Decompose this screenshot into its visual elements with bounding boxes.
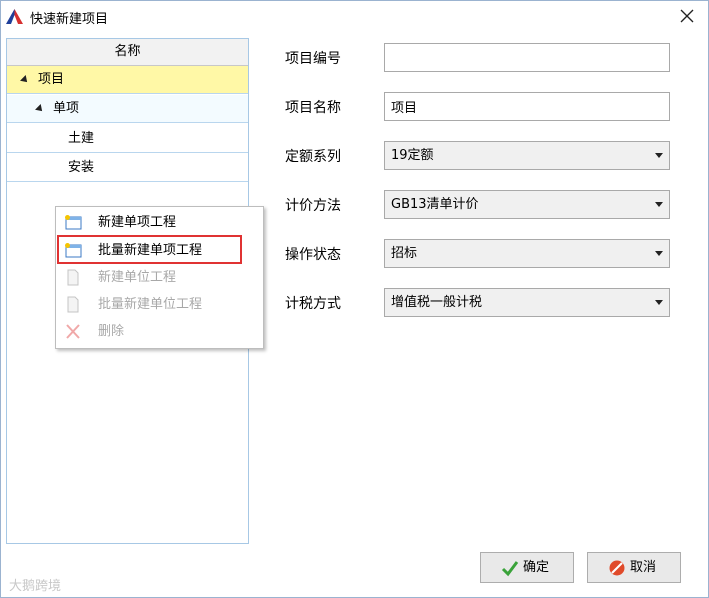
- pricing-method-label: 计价方法: [285, 198, 341, 214]
- tax-method-value: 增值税一般计税: [391, 295, 483, 310]
- ok-button-label: 确定: [523, 560, 550, 575]
- project-name-input[interactable]: [391, 94, 661, 119]
- check-icon: [501, 561, 519, 577]
- tax-method-label: 计税方式: [285, 296, 341, 312]
- tax-method-select[interactable]: 增值税一般计税: [384, 288, 670, 317]
- project-number-input[interactable]: [391, 45, 661, 70]
- document-icon: [67, 296, 79, 313]
- app-logo-icon: [6, 9, 23, 24]
- project-number-label: 项目编号: [285, 51, 341, 67]
- pricing-method-value: GB13清单计价: [391, 197, 479, 212]
- tree-column-header[interactable]: 名称: [7, 39, 248, 66]
- tree-item-civil[interactable]: 土建: [7, 125, 248, 153]
- menu-item-delete: 删除: [56, 318, 263, 345]
- highlight-annotation-box: [57, 235, 242, 264]
- tree-item-project[interactable]: 项目: [7, 66, 248, 94]
- watermark-text: 大鹅跨境: [9, 579, 62, 594]
- tree-item-label: 项目: [38, 72, 65, 87]
- chevron-down-icon[interactable]: [655, 300, 663, 305]
- title-bar: 快速新建项目: [1, 1, 708, 31]
- menu-item-label: 新建单项工程: [98, 215, 177, 230]
- operation-status-value: 招标: [391, 246, 418, 261]
- cancel-icon: [609, 560, 625, 576]
- ok-button[interactable]: 确定: [480, 552, 574, 583]
- expand-arrow-icon[interactable]: [20, 75, 30, 85]
- tree-item-label: 安装: [68, 160, 95, 175]
- quota-series-label: 定额系列: [285, 149, 341, 165]
- new-folder-icon: [65, 215, 82, 230]
- tree-item-install[interactable]: 安装: [7, 154, 248, 182]
- menu-item-label: 新建单位工程: [98, 270, 177, 285]
- menu-item-batch-new-unit-project: 批量新建单位工程: [56, 291, 263, 318]
- window-title: 快速新建项目: [30, 12, 109, 27]
- pricing-method-select[interactable]: GB13清单计价: [384, 190, 670, 219]
- operation-status-label: 操作状态: [285, 247, 341, 263]
- chevron-down-icon[interactable]: [655, 202, 663, 207]
- tree-item-label: 土建: [68, 131, 95, 146]
- dialog-window: 快速新建项目 名称 项目 单项 土建 安装 新建单项工程 批量新建单项工程 新建…: [0, 0, 709, 598]
- tree-item-single[interactable]: 单项: [7, 95, 248, 123]
- context-menu: 新建单项工程 批量新建单项工程 新建单位工程 批量新建单位工程 删除: [55, 206, 264, 349]
- quota-series-select[interactable]: 19定额: [384, 141, 670, 170]
- menu-item-label: 批量新建单位工程: [98, 297, 203, 312]
- chevron-down-icon[interactable]: [655, 251, 663, 256]
- project-name-label: 项目名称: [285, 100, 341, 116]
- document-icon: [67, 269, 79, 286]
- close-icon[interactable]: [678, 7, 696, 25]
- delete-x-icon: [66, 324, 80, 339]
- project-number-field[interactable]: [384, 43, 670, 72]
- cancel-button-label: 取消: [630, 560, 657, 575]
- menu-item-new-unit-project: 新建单位工程: [56, 264, 263, 291]
- tree-item-label: 单项: [53, 101, 80, 116]
- operation-status-select[interactable]: 招标: [384, 239, 670, 268]
- cancel-button[interactable]: 取消: [587, 552, 681, 583]
- quota-series-value: 19定额: [391, 148, 434, 163]
- chevron-down-icon[interactable]: [655, 153, 663, 158]
- expand-arrow-icon[interactable]: [35, 104, 45, 114]
- project-name-field[interactable]: [384, 92, 670, 121]
- menu-item-label: 删除: [98, 324, 125, 339]
- menu-item-new-single-project[interactable]: 新建单项工程: [56, 209, 263, 236]
